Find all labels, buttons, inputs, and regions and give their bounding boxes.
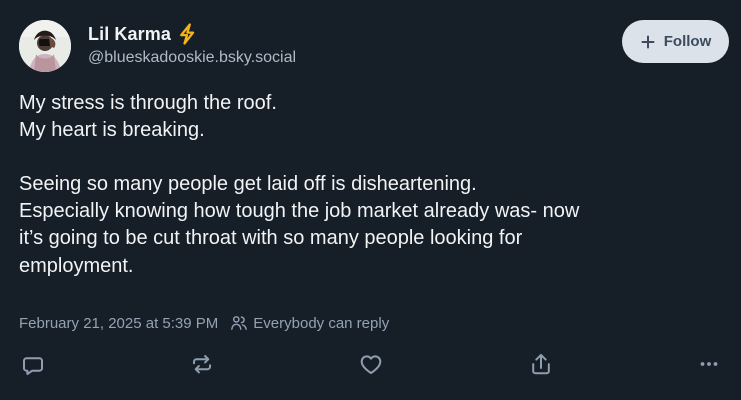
share-icon[interactable] xyxy=(524,347,558,381)
author-name-row: Lil Karma xyxy=(88,22,296,46)
avatar[interactable] xyxy=(19,20,71,72)
reply-setting-label[interactable]: Everybody can reply xyxy=(253,315,389,332)
plus-icon xyxy=(640,34,656,50)
post-header: Lil Karma @blueskadooskie.bsky.social Fo… xyxy=(19,20,729,76)
heart-icon[interactable] xyxy=(354,347,388,381)
repost-icon[interactable] xyxy=(185,347,219,381)
people-icon xyxy=(230,314,248,332)
post-meta: February 21, 2025 at 5:39 PM Everybody c… xyxy=(19,314,389,332)
follow-button[interactable]: Follow xyxy=(622,20,729,63)
comment-icon[interactable] xyxy=(16,347,50,381)
author-info: Lil Karma @blueskadooskie.bsky.social xyxy=(88,22,296,67)
follow-button-label: Follow xyxy=(663,33,712,50)
post-text: My stress is through the roof. My heart … xyxy=(19,90,719,280)
post-text-line: Seeing so many people get laid off is di… xyxy=(19,173,477,196)
lightning-bolt-icon xyxy=(177,23,197,45)
author-handle[interactable]: @blueskadooskie.bsky.social xyxy=(88,49,296,67)
post-text-line: it’s going to be cut throat with so many… xyxy=(19,227,523,250)
reply-setting: Everybody can reply xyxy=(230,314,389,332)
more-icon[interactable] xyxy=(692,347,726,381)
post-text-line: My heart is breaking. xyxy=(19,119,205,142)
paragraph-break xyxy=(19,144,719,171)
post-text-line: My stress is through the roof. xyxy=(19,92,277,114)
post-text-line: Especially knowing how tough the job mar… xyxy=(19,200,580,223)
bluesky-post: Lil Karma @blueskadooskie.bsky.social Fo… xyxy=(0,0,741,400)
post-text-line: employment. xyxy=(19,254,134,277)
post-actions xyxy=(0,344,741,382)
post-timestamp[interactable]: February 21, 2025 at 5:39 PM xyxy=(19,315,218,332)
author-display-name[interactable]: Lil Karma xyxy=(88,24,171,45)
